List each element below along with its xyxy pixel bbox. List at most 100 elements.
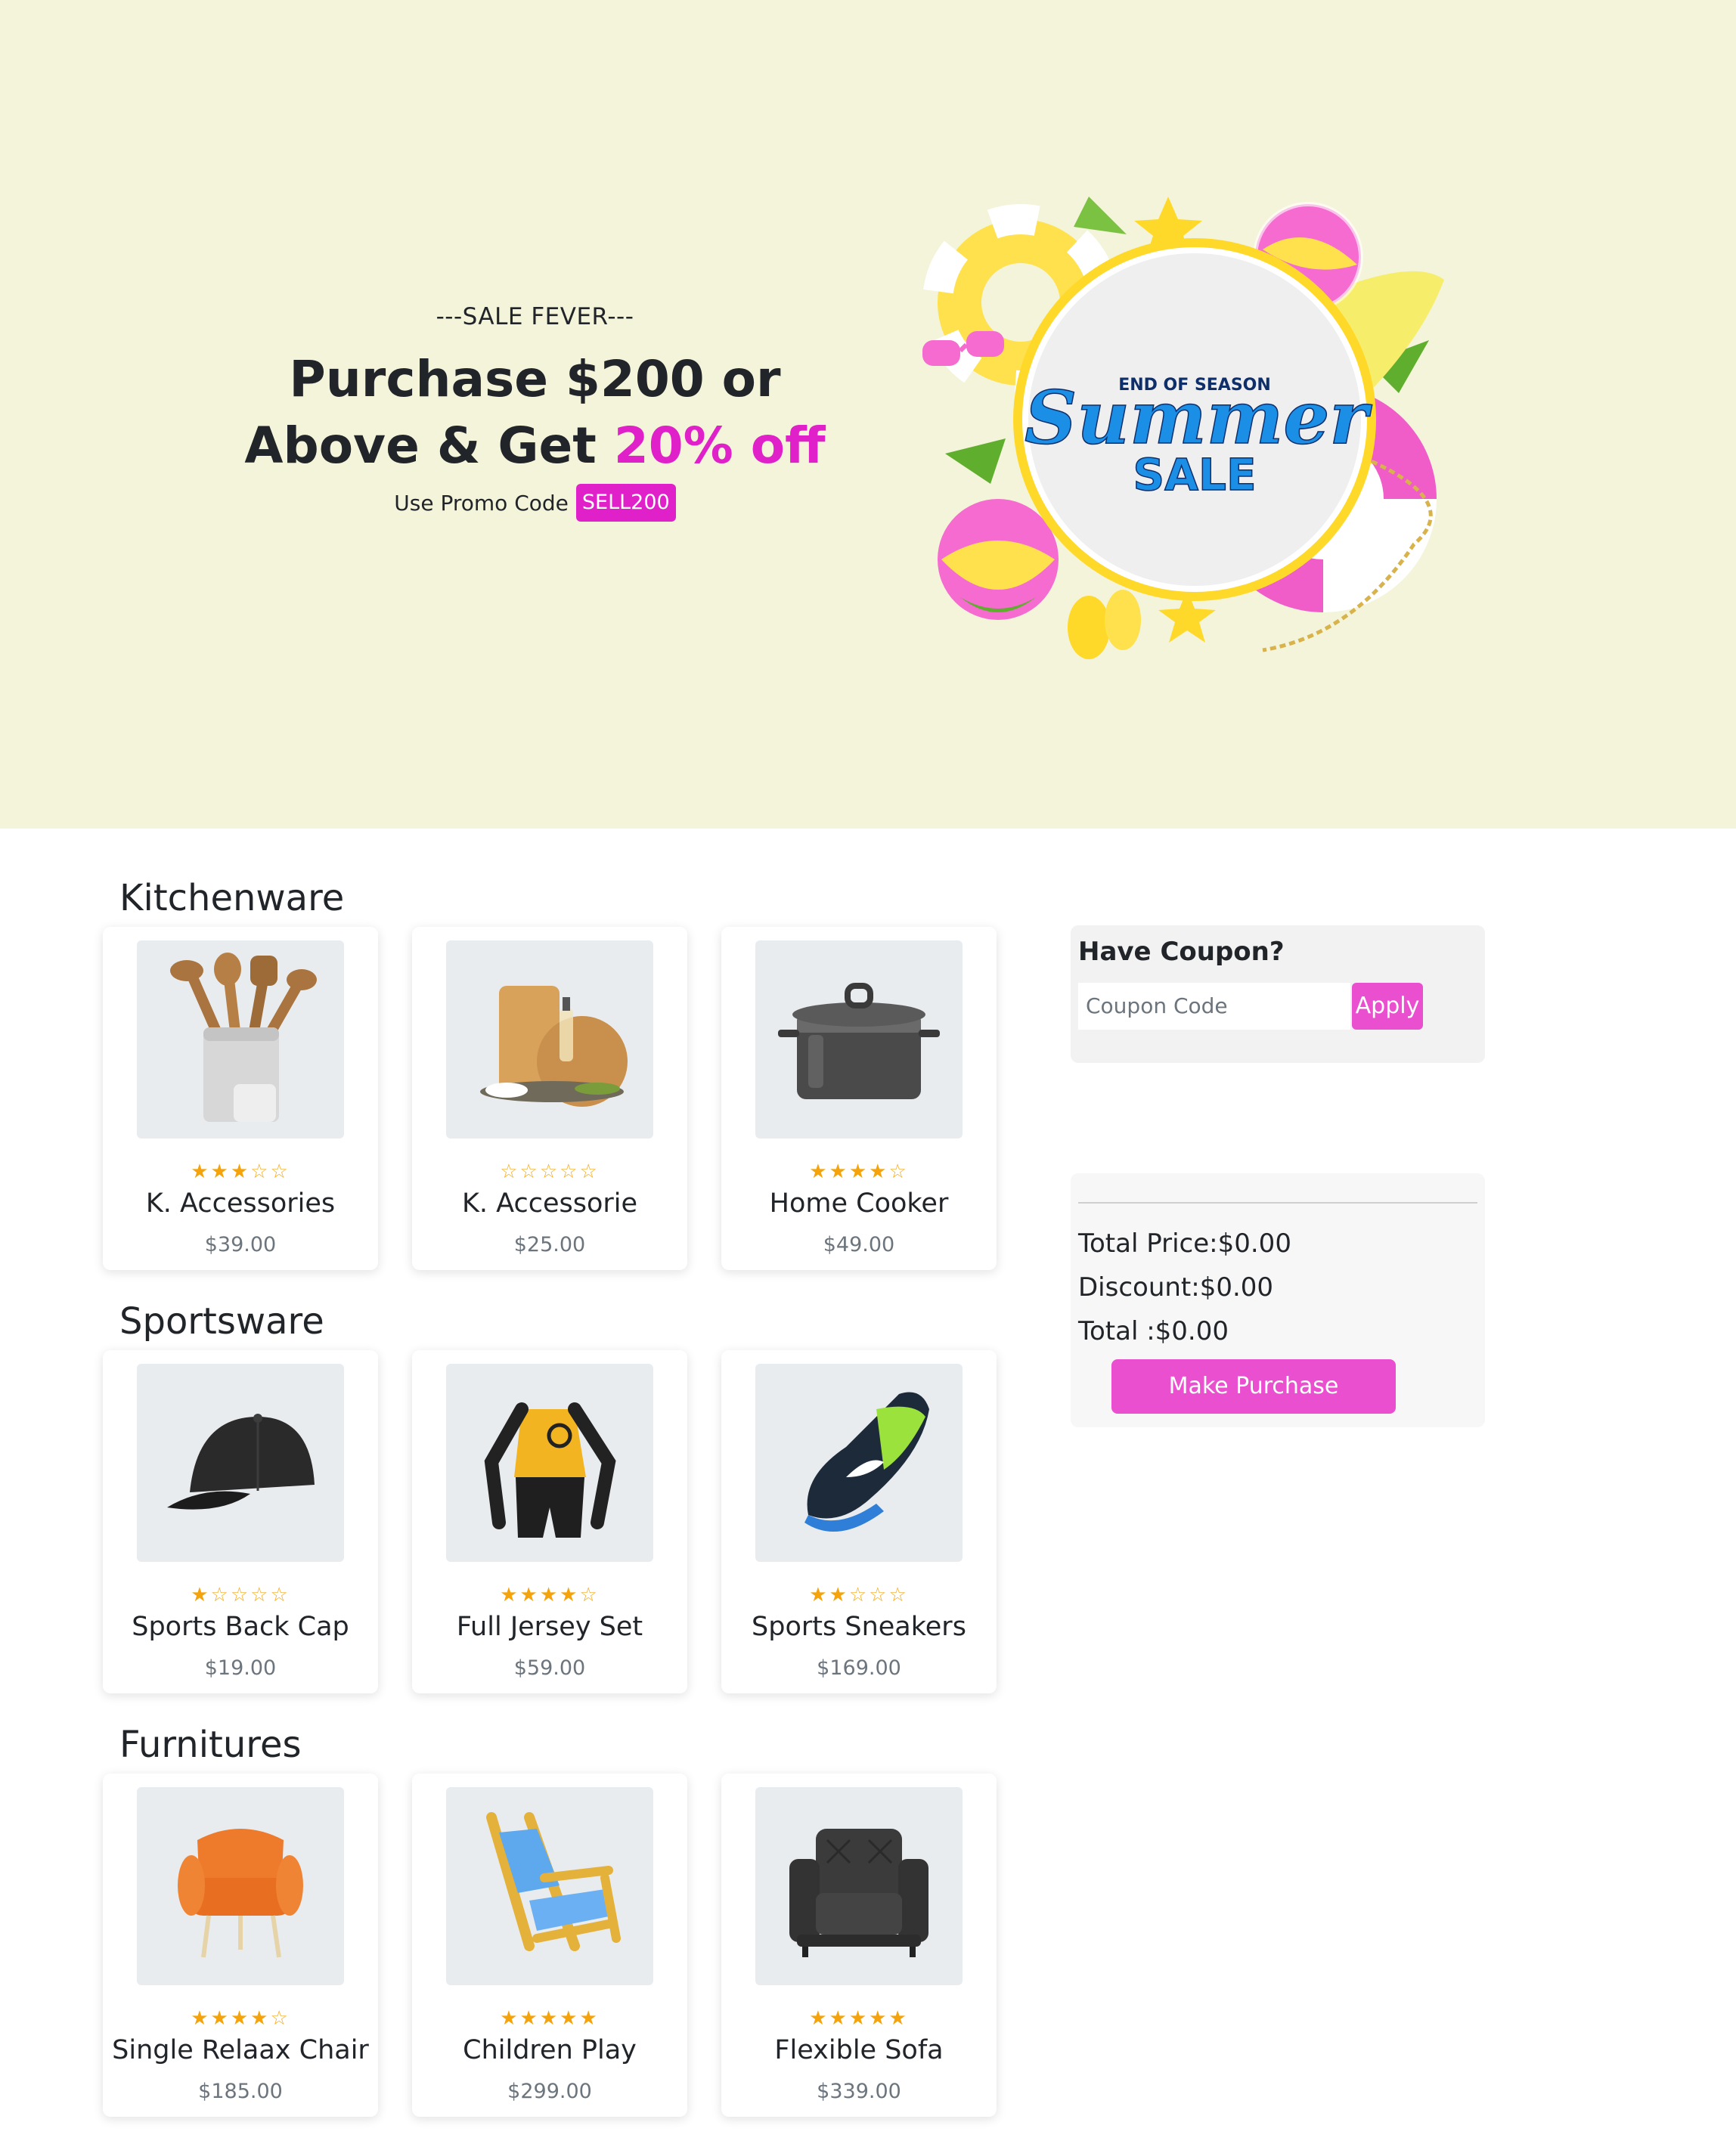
promo-label: Use Promo Code [394, 490, 569, 516]
star-filled-icon: ★ [539, 2007, 560, 2030]
coupon-panel: Have Coupon? Apply [1071, 925, 1485, 1063]
star-filled-icon: ★ [809, 2007, 829, 2030]
star-filled-icon: ★ [829, 2007, 849, 2030]
banner-bottom-text: SALE [1133, 449, 1256, 500]
product-name: Sports Sneakers [752, 1612, 966, 1642]
star-filled-icon: ★ [869, 1160, 889, 1183]
product-name: Flexible Sofa [774, 2035, 944, 2065]
star-empty-icon: ☆ [869, 1584, 889, 1606]
star-filled-icon: ★ [210, 1160, 231, 1183]
product-card[interactable]: ☆☆☆☆☆ K. Accessorie $25.00 [412, 927, 687, 1270]
star-filled-icon: ★ [250, 2007, 271, 2030]
rating-stars: ★☆☆☆☆ [103, 1585, 378, 1606]
star-filled-icon: ★ [809, 1160, 829, 1183]
product-name: K. Accessorie [461, 1188, 638, 1219]
hero-title: Purchase $200 or Above & Get 20% off [181, 346, 888, 479]
star-filled-icon: ★ [519, 1584, 540, 1606]
star-filled-icon: ★ [829, 1584, 849, 1606]
product-price: $25.00 [513, 1233, 586, 1256]
cutting-boards-image [446, 940, 653, 1139]
product-name: Sports Back Cap [132, 1612, 349, 1642]
promo-code-badge: SELL200 [575, 484, 676, 522]
star-filled-icon: ★ [848, 1160, 870, 1183]
star-empty-icon: ☆ [539, 1160, 560, 1183]
rating-stars: ★★★★☆ [412, 1585, 687, 1606]
total-price-line: Total Price:$0.00 [1078, 1228, 1291, 1259]
star-filled-icon: ★ [560, 1584, 580, 1606]
product-card[interactable]: ★★★☆☆ K. Accessories $39.00 [103, 927, 378, 1270]
product-price: $49.00 [823, 1233, 895, 1256]
product-card[interactable]: ★★★★☆ Full Jersey Set $59.00 [412, 1350, 687, 1693]
product-card[interactable]: ★★★★☆ Single Relaax Chair $185.00 [103, 1774, 378, 2117]
hero-title-accent: 20% off [613, 417, 826, 475]
star-empty-icon: ☆ [210, 1584, 231, 1606]
star-filled-icon: ★ [579, 2007, 600, 2030]
product-price: $339.00 [817, 2080, 901, 2103]
star-filled-icon: ★ [560, 2007, 580, 2030]
product-price: $299.00 [507, 2080, 592, 2103]
star-empty-icon: ☆ [250, 1160, 271, 1183]
product-name: K. Accessories [145, 1188, 336, 1219]
folding-chair-image [446, 1787, 653, 1985]
star-filled-icon: ★ [829, 1160, 849, 1183]
star-filled-icon: ★ [500, 2007, 520, 2030]
product-card[interactable]: ★★★★★ Flexible Sofa $339.00 [721, 1774, 997, 2117]
star-empty-icon: ☆ [888, 1160, 909, 1183]
product-card[interactable]: ★☆☆☆☆ Sports Back Cap $19.00 [103, 1350, 378, 1693]
hero-text: ---SALE FEVER--- Purchase $200 or Above … [181, 299, 888, 522]
rating-stars: ☆☆☆☆☆ [412, 1161, 687, 1182]
armchair-image [137, 1787, 344, 1985]
category-title: Furnitures [119, 1724, 302, 1766]
product-name: Home Cooker [769, 1188, 949, 1219]
product-card[interactable]: ★★★★☆ Home Cooker $49.00 [721, 927, 997, 1270]
product-card[interactable]: ★★★★★ Children Play $299.00 [412, 1774, 687, 2117]
category-title: Kitchenware [119, 877, 345, 919]
product-price: $19.00 [204, 1656, 277, 1680]
product-price: $59.00 [513, 1656, 586, 1680]
star-empty-icon: ☆ [560, 1160, 580, 1183]
product-card[interactable]: ★★☆☆☆ Sports Sneakers $169.00 [721, 1350, 997, 1693]
star-empty-icon: ☆ [270, 1160, 290, 1183]
grand-total-line: Total :$0.00 [1078, 1316, 1229, 1346]
product-name: Single Relaax Chair [112, 2035, 369, 2065]
star-empty-icon: ☆ [579, 1584, 600, 1606]
baseball-cap-image [137, 1364, 344, 1562]
make-purchase-button[interactable]: Make Purchase [1111, 1359, 1396, 1414]
apply-coupon-button[interactable]: Apply [1352, 983, 1423, 1030]
coupon-code-input[interactable] [1078, 983, 1350, 1030]
rating-stars: ★★★☆☆ [103, 1161, 378, 1182]
hero-title-line2: Above & Get 20% off [181, 413, 888, 479]
product-price: $169.00 [817, 1656, 901, 1680]
star-filled-icon: ★ [191, 1160, 211, 1183]
beach-ball-icon-2 [938, 499, 1059, 620]
promo-line: Use Promo Code SELL200 [181, 484, 888, 522]
star-empty-icon: ☆ [270, 1584, 290, 1606]
hero-title-prefix: Above & Get [244, 417, 614, 475]
star-filled-icon: ★ [500, 1584, 520, 1606]
star-filled-icon: ★ [191, 1584, 211, 1606]
star-filled-icon: ★ [539, 1584, 560, 1606]
product-name: Full Jersey Set [456, 1612, 643, 1642]
cooking-pot-image [755, 940, 963, 1139]
hero-kicker: ---SALE FEVER--- [436, 303, 634, 330]
running-sneaker-image [755, 1364, 963, 1562]
star-filled-icon: ★ [210, 2007, 231, 2030]
star-empty-icon: ☆ [848, 1584, 870, 1606]
star-filled-icon: ★ [809, 1584, 829, 1606]
star-empty-icon: ☆ [888, 1584, 909, 1606]
coupon-title: Have Coupon? [1078, 937, 1285, 967]
hero-title-line1: Purchase $200 or [289, 350, 781, 408]
sandal-icon [1068, 596, 1110, 659]
star-filled-icon: ★ [191, 2007, 211, 2030]
star-filled-icon: ★ [519, 2007, 540, 2030]
star-filled-icon: ★ [888, 2007, 909, 2030]
summary-divider [1078, 1202, 1477, 1204]
rating-stars: ★★★★☆ [721, 1161, 997, 1182]
rating-stars: ★★★★★ [721, 2008, 997, 2029]
star-filled-icon: ★ [848, 2007, 870, 2030]
star-filled-icon: ★ [230, 1160, 251, 1183]
star-empty-icon: ☆ [270, 2007, 290, 2030]
star-empty-icon: ☆ [579, 1160, 600, 1183]
sofa-chair-image [755, 1787, 963, 1985]
rating-stars: ★★☆☆☆ [721, 1585, 997, 1606]
